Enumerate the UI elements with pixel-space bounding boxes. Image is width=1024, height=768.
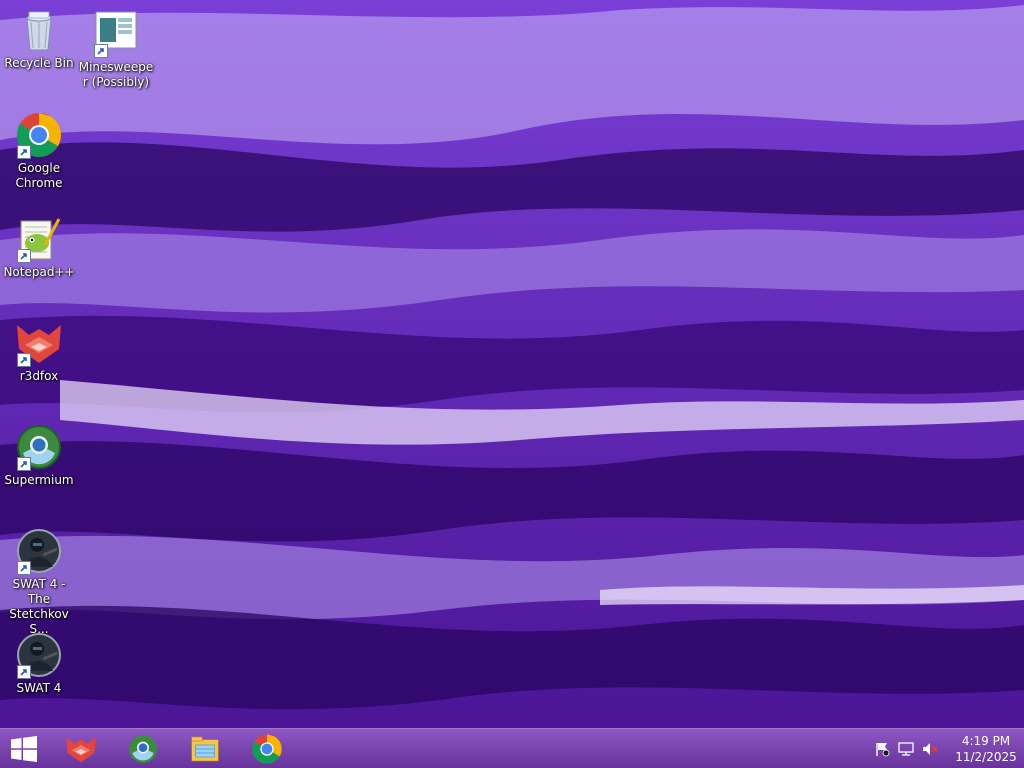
desktop-icon-label: Google Chrome	[15, 161, 63, 190]
desktop-icon-supermium[interactable]: Supermium	[1, 423, 77, 488]
wallpaper	[0, 0, 1024, 728]
swat4-icon	[15, 527, 63, 575]
shortcut-arrow-icon	[17, 561, 31, 575]
taskbar-r3dfox-button[interactable]	[58, 729, 104, 768]
desktop-icon-swat4[interactable]: SWAT 4	[1, 631, 77, 696]
r3dfox-icon	[66, 736, 96, 762]
start-button[interactable]	[0, 729, 48, 768]
desktop-icon-swat4-stetchkov[interactable]: SWAT 4 - The Stetchkov S...	[1, 527, 77, 637]
chrome-icon	[252, 733, 282, 764]
desktop-icon-notepadpp[interactable]: Notepad++	[1, 215, 77, 280]
desktop-icon-r3dfox[interactable]: r3dfox	[1, 319, 77, 384]
volume-muted-icon[interactable]	[918, 737, 942, 761]
taskbar-chrome-button[interactable]	[244, 729, 290, 768]
shortcut-arrow-icon	[17, 353, 31, 367]
minesweeper-icon	[92, 10, 140, 58]
shortcut-arrow-icon	[17, 665, 31, 679]
chrome-icon	[15, 111, 63, 159]
desktop-icon-label: r3dfox	[19, 369, 59, 383]
shortcut-arrow-icon	[17, 457, 31, 471]
taskbar: 4:19 PM 11/2/2025	[0, 728, 1024, 768]
clock-date: 11/2/2025	[955, 749, 1017, 764]
desktop-icon-label: SWAT 4	[16, 681, 62, 695]
network-icon[interactable]	[894, 737, 918, 761]
swat4-icon	[15, 631, 63, 679]
desktop-icon-label: Minesweeper (Possibly)	[78, 60, 154, 89]
desktop[interactable]: Recycle Bin Minesweeper (Possibly) Googl…	[0, 0, 1024, 728]
taskbar-clock[interactable]: 4:19 PM 11/2/2025	[948, 733, 1024, 765]
desktop-icon-google-chrome[interactable]: Google Chrome	[1, 111, 77, 191]
clock-time: 4:19 PM	[961, 733, 1011, 748]
windows-start-icon	[11, 735, 37, 762]
supermium-icon	[15, 423, 63, 471]
shortcut-arrow-icon	[17, 249, 31, 263]
supermium-icon	[129, 734, 157, 763]
r3dfox-icon	[15, 319, 63, 367]
desktop-icon-recycle-bin[interactable]: Recycle Bin	[1, 6, 77, 71]
desktop-icon-label: Supermium	[4, 473, 74, 487]
action-center-flag-icon[interactable]	[870, 737, 894, 761]
file-explorer-icon	[191, 736, 219, 761]
desktop-icon-label: SWAT 4 - The Stetchkov S...	[9, 577, 69, 636]
system-tray: 4:19 PM 11/2/2025	[870, 729, 1024, 768]
desktop-icon-minesweeper[interactable]: Minesweeper (Possibly)	[78, 10, 154, 90]
shortcut-arrow-icon	[17, 145, 31, 159]
recycle-bin-icon	[15, 6, 63, 54]
notepadpp-icon	[15, 215, 63, 263]
taskbar-supermium-button[interactable]	[120, 729, 166, 768]
shortcut-arrow-icon	[94, 44, 108, 58]
desktop-icon-label: Recycle Bin	[4, 56, 74, 70]
desktop-icon-label: Notepad++	[3, 265, 75, 279]
taskbar-file-explorer-button[interactable]	[182, 729, 228, 768]
